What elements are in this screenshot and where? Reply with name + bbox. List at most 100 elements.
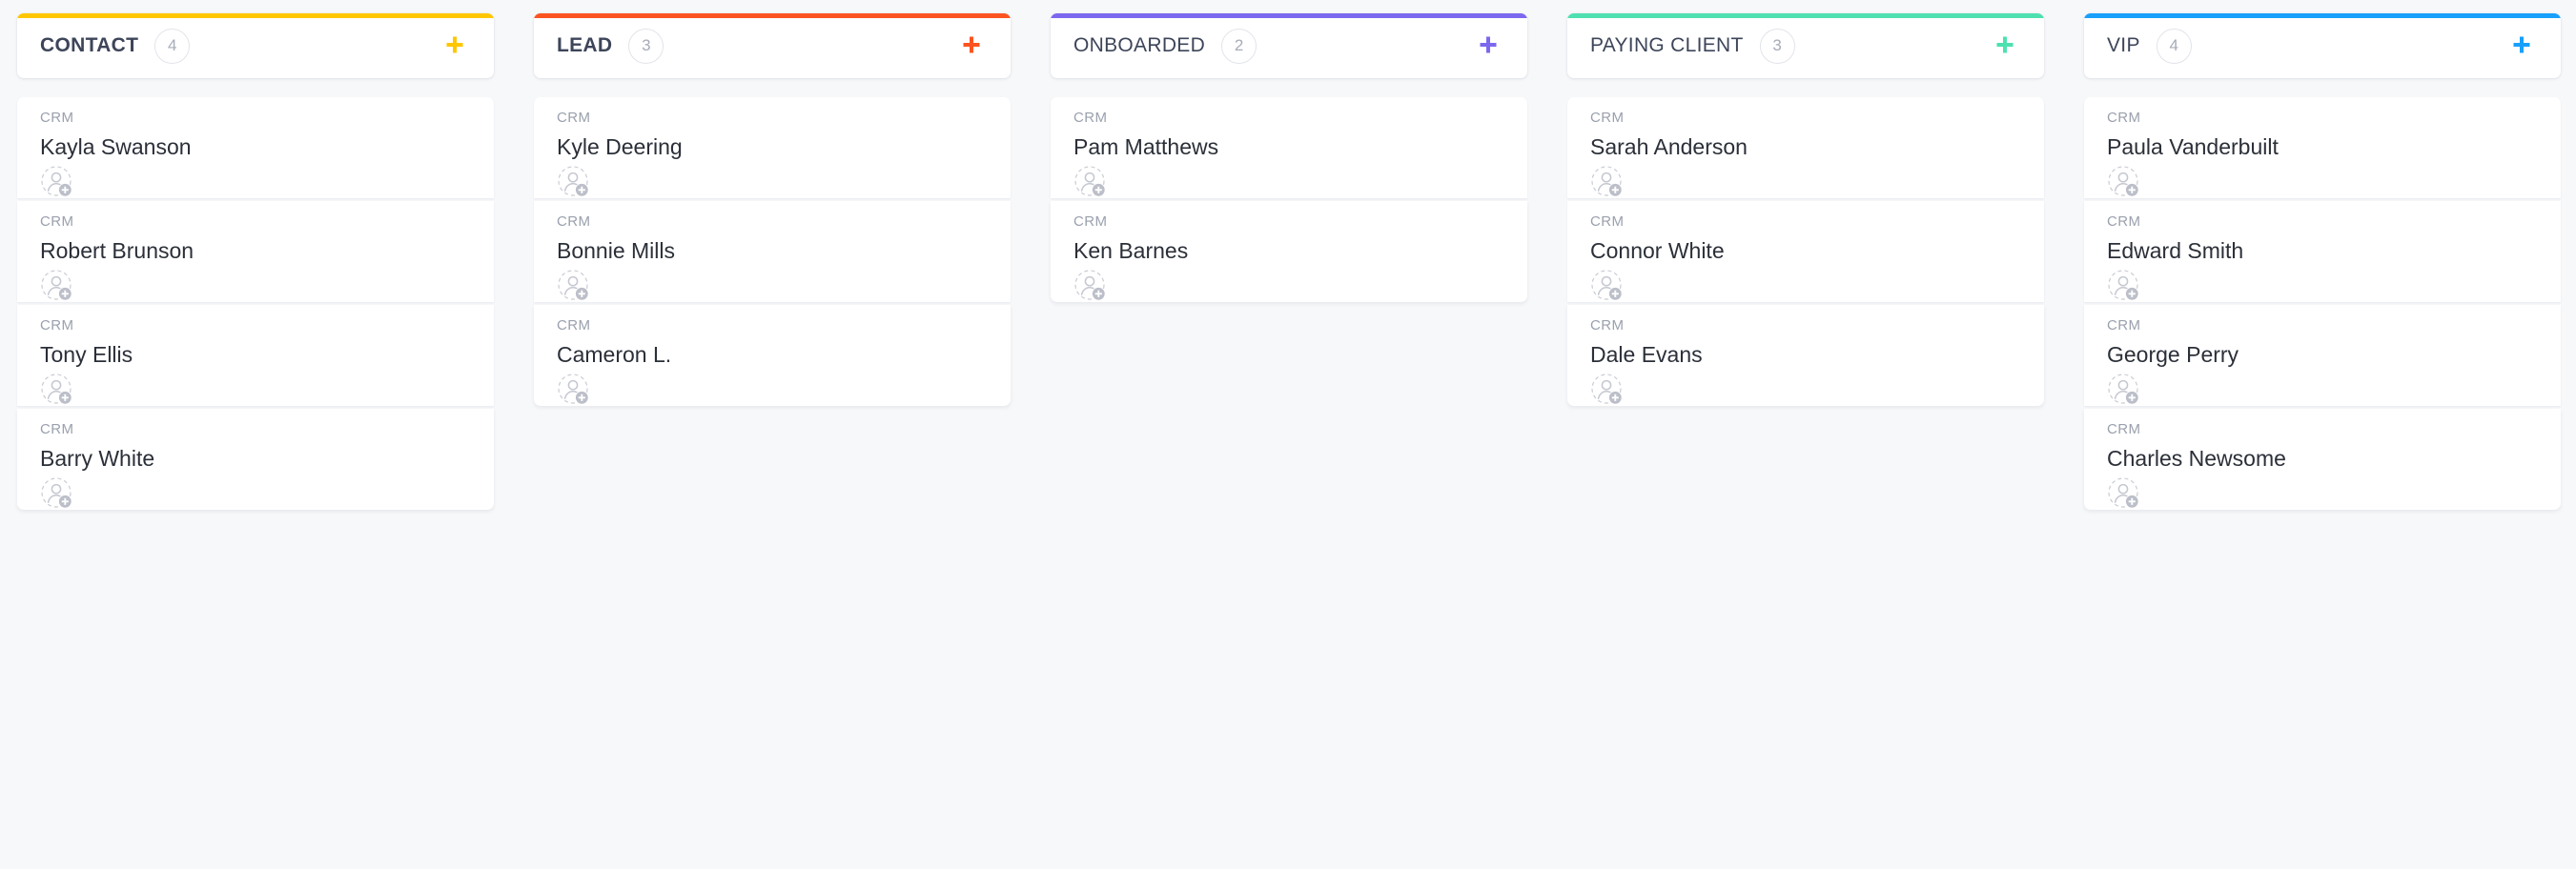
card-title[interactable]: Dale Evans	[1590, 342, 2021, 367]
column-title[interactable]: LEAD	[557, 34, 612, 57]
card-title[interactable]: George Perry	[2107, 342, 2538, 367]
card-list-tag: CRM	[1590, 317, 1625, 333]
card-list-tag: CRM	[2107, 110, 2141, 126]
card-title[interactable]: Robert Brunson	[40, 238, 471, 263]
add-card-plus-icon[interactable]	[955, 30, 988, 62]
card-title[interactable]: Paula Vanderbuilt	[2107, 134, 2538, 159]
card-list-tag: CRM	[1073, 213, 1108, 230]
column-title[interactable]: PAYING CLIENT	[1590, 34, 1744, 57]
add-assignee-avatar-icon[interactable]	[40, 165, 74, 199]
add-assignee-avatar-icon[interactable]	[1590, 373, 1625, 407]
task-card[interactable]: CRM Connor White	[1567, 201, 2044, 302]
add-card-plus-icon[interactable]	[1989, 30, 2021, 62]
task-card[interactable]: CRM Tony Ellis	[17, 305, 494, 406]
task-card[interactable]: CRM Charles Newsome	[2084, 409, 2561, 510]
add-assignee-avatar-icon[interactable]	[557, 373, 591, 407]
task-card[interactable]: CRM Edward Smith	[2084, 201, 2561, 302]
column-accent-bar	[1051, 13, 1527, 18]
task-card[interactable]: CRM Barry White	[17, 409, 494, 510]
kanban-column: LEAD 3 CRM Kyle Deering CRM Bonnie Mills CRM Ca…	[534, 13, 1011, 406]
add-assignee-avatar-icon[interactable]	[2107, 476, 2141, 511]
column-accent-bar	[534, 13, 1011, 18]
column-header: VIP 4	[2084, 13, 2561, 78]
card-stack: CRM Paula Vanderbuilt CRM Edward Smith CRM Ge…	[2084, 97, 2561, 510]
card-list-tag: CRM	[557, 110, 591, 126]
card-list-tag: CRM	[1590, 213, 1625, 230]
card-list-tag: CRM	[2107, 213, 2141, 230]
card-stack: CRM Pam Matthews CRM Ken Barnes	[1051, 97, 1527, 302]
kanban-column: PAYING CLIENT 3 CRM Sarah Anderson CRM Connor…	[1567, 13, 2044, 406]
add-assignee-avatar-icon[interactable]	[40, 373, 74, 407]
add-card-plus-icon[interactable]	[2505, 30, 2538, 62]
card-title[interactable]: Connor White	[1590, 238, 2021, 263]
kanban-column: CONTACT 4 CRM Kayla Swanson CRM Robert Brunso…	[17, 13, 494, 510]
card-title[interactable]: Ken Barnes	[1073, 238, 1504, 263]
task-card[interactable]: CRM Kyle Deering	[534, 97, 1011, 198]
task-card[interactable]: CRM Pam Matthews	[1051, 97, 1527, 198]
add-assignee-avatar-icon[interactable]	[40, 476, 74, 511]
card-stack: CRM Kyle Deering CRM Bonnie Mills CRM Cameron…	[534, 97, 1011, 406]
card-list-tag: CRM	[557, 317, 591, 333]
add-assignee-avatar-icon[interactable]	[40, 269, 74, 303]
add-assignee-avatar-icon[interactable]	[1590, 269, 1625, 303]
add-card-plus-icon[interactable]	[439, 30, 471, 62]
column-accent-bar	[1567, 13, 2044, 18]
card-list-tag: CRM	[2107, 421, 2141, 437]
card-title[interactable]: Edward Smith	[2107, 238, 2538, 263]
card-title[interactable]: Kayla Swanson	[40, 134, 471, 159]
task-card[interactable]: CRM Robert Brunson	[17, 201, 494, 302]
card-stack: CRM Sarah Anderson CRM Connor White CRM Dale …	[1567, 97, 2044, 406]
column-header: ONBOARDED 2	[1051, 13, 1527, 78]
column-count-badge: 3	[1759, 28, 1795, 64]
add-assignee-avatar-icon[interactable]	[1073, 269, 1108, 303]
card-stack: CRM Kayla Swanson CRM Robert Brunson CRM Tony…	[17, 97, 494, 510]
column-count-badge: 4	[154, 28, 191, 64]
card-list-tag: CRM	[2107, 317, 2141, 333]
card-list-tag: CRM	[40, 421, 74, 437]
task-card[interactable]: CRM Ken Barnes	[1051, 201, 1527, 302]
card-title[interactable]: Pam Matthews	[1073, 134, 1504, 159]
task-card[interactable]: CRM Kayla Swanson	[17, 97, 494, 198]
kanban-column: VIP 4 CRM Paula Vanderbuilt CRM Edward Smith C…	[2084, 13, 2561, 510]
card-title[interactable]: Barry White	[40, 446, 471, 471]
card-title[interactable]: Tony Ellis	[40, 342, 471, 367]
column-count-badge: 2	[1221, 28, 1257, 64]
column-header: CONTACT 4	[17, 13, 494, 78]
column-title[interactable]: ONBOARDED	[1073, 34, 1205, 57]
task-card[interactable]: CRM Dale Evans	[1567, 305, 2044, 406]
column-accent-bar	[2084, 13, 2561, 18]
kanban-column: ONBOARDED 2 CRM Pam Matthews CRM Ken Barnes	[1051, 13, 1527, 302]
card-list-tag: CRM	[557, 213, 591, 230]
column-count-badge: 3	[628, 28, 664, 64]
task-card[interactable]: CRM Bonnie Mills	[534, 201, 1011, 302]
task-card[interactable]: CRM George Perry	[2084, 305, 2561, 406]
card-title[interactable]: Cameron L.	[557, 342, 988, 367]
add-assignee-avatar-icon[interactable]	[2107, 269, 2141, 303]
add-assignee-avatar-icon[interactable]	[557, 165, 591, 199]
add-assignee-avatar-icon[interactable]	[1590, 165, 1625, 199]
card-list-tag: CRM	[1590, 110, 1625, 126]
add-assignee-avatar-icon[interactable]	[2107, 165, 2141, 199]
card-list-tag: CRM	[1073, 110, 1108, 126]
card-title[interactable]: Charles Newsome	[2107, 446, 2538, 471]
card-title[interactable]: Kyle Deering	[557, 134, 988, 159]
add-assignee-avatar-icon[interactable]	[1073, 165, 1108, 199]
kanban-board: CONTACT 4 CRM Kayla Swanson CRM Robert Brunso…	[0, 0, 2576, 869]
column-header: LEAD 3	[534, 13, 1011, 78]
column-count-badge: 4	[2156, 28, 2192, 64]
column-header: PAYING CLIENT 3	[1567, 13, 2044, 78]
add-assignee-avatar-icon[interactable]	[557, 269, 591, 303]
add-assignee-avatar-icon[interactable]	[2107, 373, 2141, 407]
task-card[interactable]: CRM Paula Vanderbuilt	[2084, 97, 2561, 198]
card-title[interactable]: Bonnie Mills	[557, 238, 988, 263]
card-list-tag: CRM	[40, 110, 74, 126]
card-title[interactable]: Sarah Anderson	[1590, 134, 2021, 159]
task-card[interactable]: CRM Sarah Anderson	[1567, 97, 2044, 198]
column-accent-bar	[17, 13, 494, 18]
task-card[interactable]: CRM Cameron L.	[534, 305, 1011, 406]
add-card-plus-icon[interactable]	[1472, 30, 1504, 62]
card-list-tag: CRM	[40, 213, 74, 230]
column-title[interactable]: VIP	[2107, 34, 2140, 57]
column-title[interactable]: CONTACT	[40, 34, 138, 57]
card-list-tag: CRM	[40, 317, 74, 333]
